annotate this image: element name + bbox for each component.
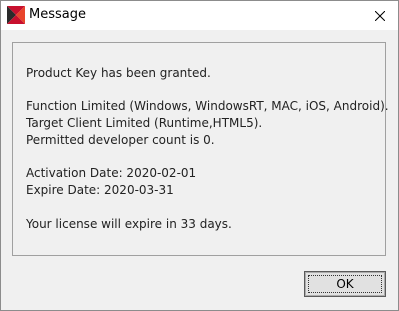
message-line-remaining: Your license will expire in 33 days. <box>26 217 232 231</box>
app-logo-icon <box>7 6 25 24</box>
window-title: Message <box>29 7 86 22</box>
message-line-expire: Expire Date: 2020-03-31 <box>26 183 174 197</box>
message-line-granted: Product Key has been granted. <box>26 66 211 80</box>
message-line-developers: Permitted developer count is 0. <box>26 133 215 147</box>
message-line-activation: Activation Date: 2020-02-01 <box>26 166 197 180</box>
close-button[interactable] <box>362 1 398 30</box>
message-line-function: Function Limited (Windows, WindowsRT, MA… <box>26 99 389 113</box>
message-line-target: Target Client Limited (Runtime,HTML5). <box>26 116 263 130</box>
dialog-body: Product Key has been granted. Function L… <box>1 30 398 310</box>
ok-button[interactable]: OK <box>304 271 386 297</box>
message-dialog: Message Product Key has been granted. Fu… <box>0 0 399 311</box>
close-icon <box>375 10 385 21</box>
message-panel: Product Key has been granted. Function L… <box>12 42 389 256</box>
title-bar[interactable]: Message <box>1 1 398 30</box>
